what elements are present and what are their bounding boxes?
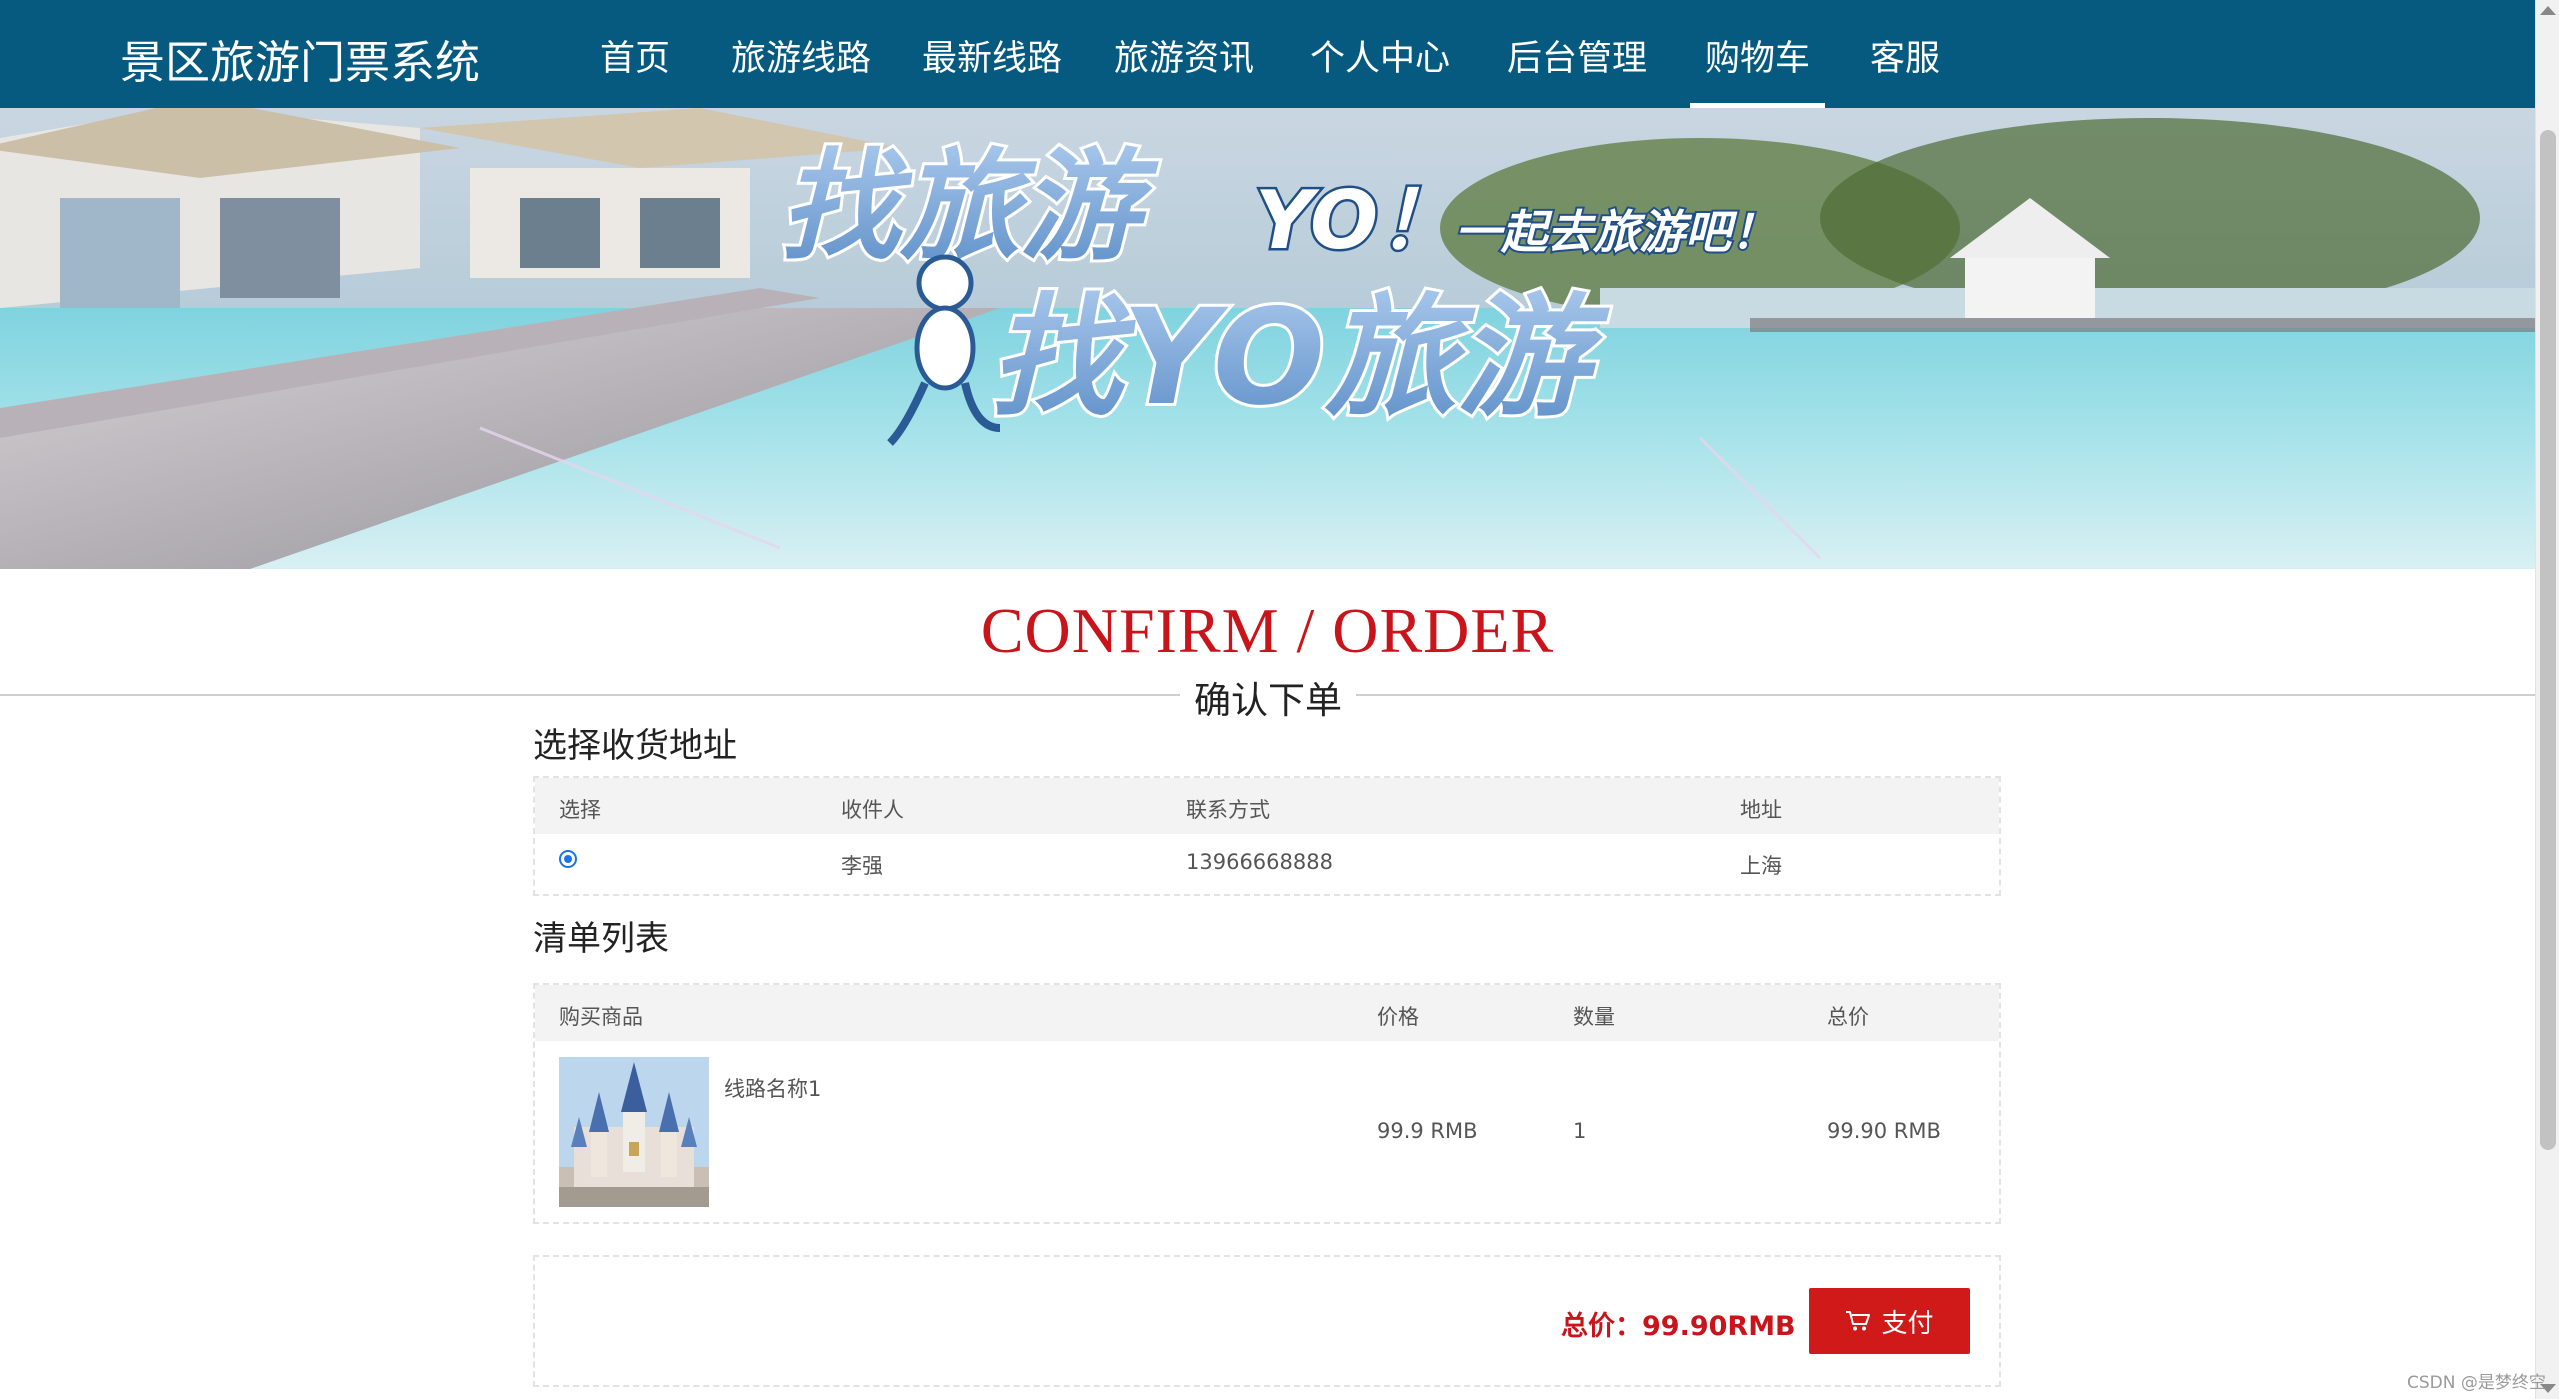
items-col-qty: 数量 xyxy=(1573,1005,1615,1029)
top-navbar: 景区旅游门票系统 首页 旅游线路 最新线路 旅游资讯 个人中心 后台管理 购物车… xyxy=(0,0,2535,108)
address-col-phone: 联系方式 xyxy=(1186,798,1270,822)
pay-button-label: 支付 xyxy=(1881,1308,1934,1339)
items-table: 购买商品 价格 数量 总价 线路名称1 99.9 RMB 1 99.90 RMB xyxy=(533,983,2001,1224)
banner-text-line2: 找YO旅游 xyxy=(990,281,1610,435)
pay-button[interactable]: 支付 xyxy=(1809,1288,1970,1354)
banner-image: 找旅游 YO！ 一起去旅游吧！ 找YO旅游 xyxy=(0,108,2535,569)
items-col-total: 总价 xyxy=(1827,1005,1869,1029)
nav-item-admin[interactable]: 后台管理 xyxy=(1507,30,1647,108)
castle-thumbnail[interactable] xyxy=(559,1057,709,1207)
page: 景区旅游门票系统 首页 旅游线路 最新线路 旅游资讯 个人中心 后台管理 购物车… xyxy=(0,0,2559,1399)
cart-icon xyxy=(1846,1311,1871,1331)
scroll-thumb[interactable] xyxy=(2540,130,2556,1150)
address-table: 选择 收件人 联系方式 地址 李强 13966668888 上海 xyxy=(533,776,2001,896)
address-select-radio[interactable] xyxy=(559,850,577,868)
items-section-title: 清单列表 xyxy=(533,919,669,959)
banner-slogan: 一起去旅游吧！ xyxy=(1455,205,1777,259)
nav-item-routes[interactable]: 旅游线路 xyxy=(731,30,871,108)
page-scrollbar[interactable] xyxy=(2535,0,2559,1399)
item-name[interactable]: 线路名称1 xyxy=(724,1073,821,1103)
items-col-price: 价格 xyxy=(1377,1005,1419,1029)
site-brand-title[interactable]: 景区旅游门票系统 xyxy=(120,26,480,91)
address-recipient: 李强 xyxy=(841,854,883,878)
page-title: CONFIRM / ORDER xyxy=(980,595,1555,666)
item-price: 99.9 RMB xyxy=(1377,1119,1478,1143)
watermark: CSDN @是梦终空 xyxy=(2407,1373,2546,1393)
nav-item-new-routes[interactable]: 最新线路 xyxy=(922,30,1062,108)
address-table-header: 选择 收件人 联系方式 地址 xyxy=(535,778,1999,834)
address-col-recipient: 收件人 xyxy=(841,798,904,822)
item-total: 99.90 RMB xyxy=(1827,1119,1941,1143)
nav-item-news[interactable]: 旅游资讯 xyxy=(1114,30,1254,108)
banner-text-yo: YO！ xyxy=(1255,174,1458,267)
hero-banner: 找旅游 YO！ 一起去旅游吧！ 找YO旅游 xyxy=(0,108,2535,569)
nav-item-home[interactable]: 首页 xyxy=(600,30,670,108)
items-table-header: 购买商品 价格 数量 总价 xyxy=(535,985,1999,1041)
scroll-up-icon[interactable] xyxy=(2540,6,2556,15)
banner-text-line1: 找旅游 xyxy=(780,138,1159,277)
nav-item-user-center[interactable]: 个人中心 xyxy=(1310,30,1450,108)
items-col-product: 购买商品 xyxy=(559,1005,643,1029)
address-location: 上海 xyxy=(1740,854,1782,878)
page-subtitle: 确认下单 xyxy=(1180,670,1356,722)
nav-item-cart[interactable]: 购物车 xyxy=(1689,30,1826,108)
address-section-title: 选择收货地址 xyxy=(533,726,737,766)
order-summary: 总价：99.90RMB 支付 xyxy=(533,1255,2001,1387)
address-col-address: 地址 xyxy=(1740,798,1782,822)
order-total: 总价：99.90RMB xyxy=(1561,1311,1796,1342)
address-col-select: 选择 xyxy=(559,798,601,822)
nav-item-support[interactable]: 客服 xyxy=(1870,30,1940,108)
item-quantity: 1 xyxy=(1573,1119,1587,1143)
address-phone: 13966668888 xyxy=(1186,850,1333,874)
